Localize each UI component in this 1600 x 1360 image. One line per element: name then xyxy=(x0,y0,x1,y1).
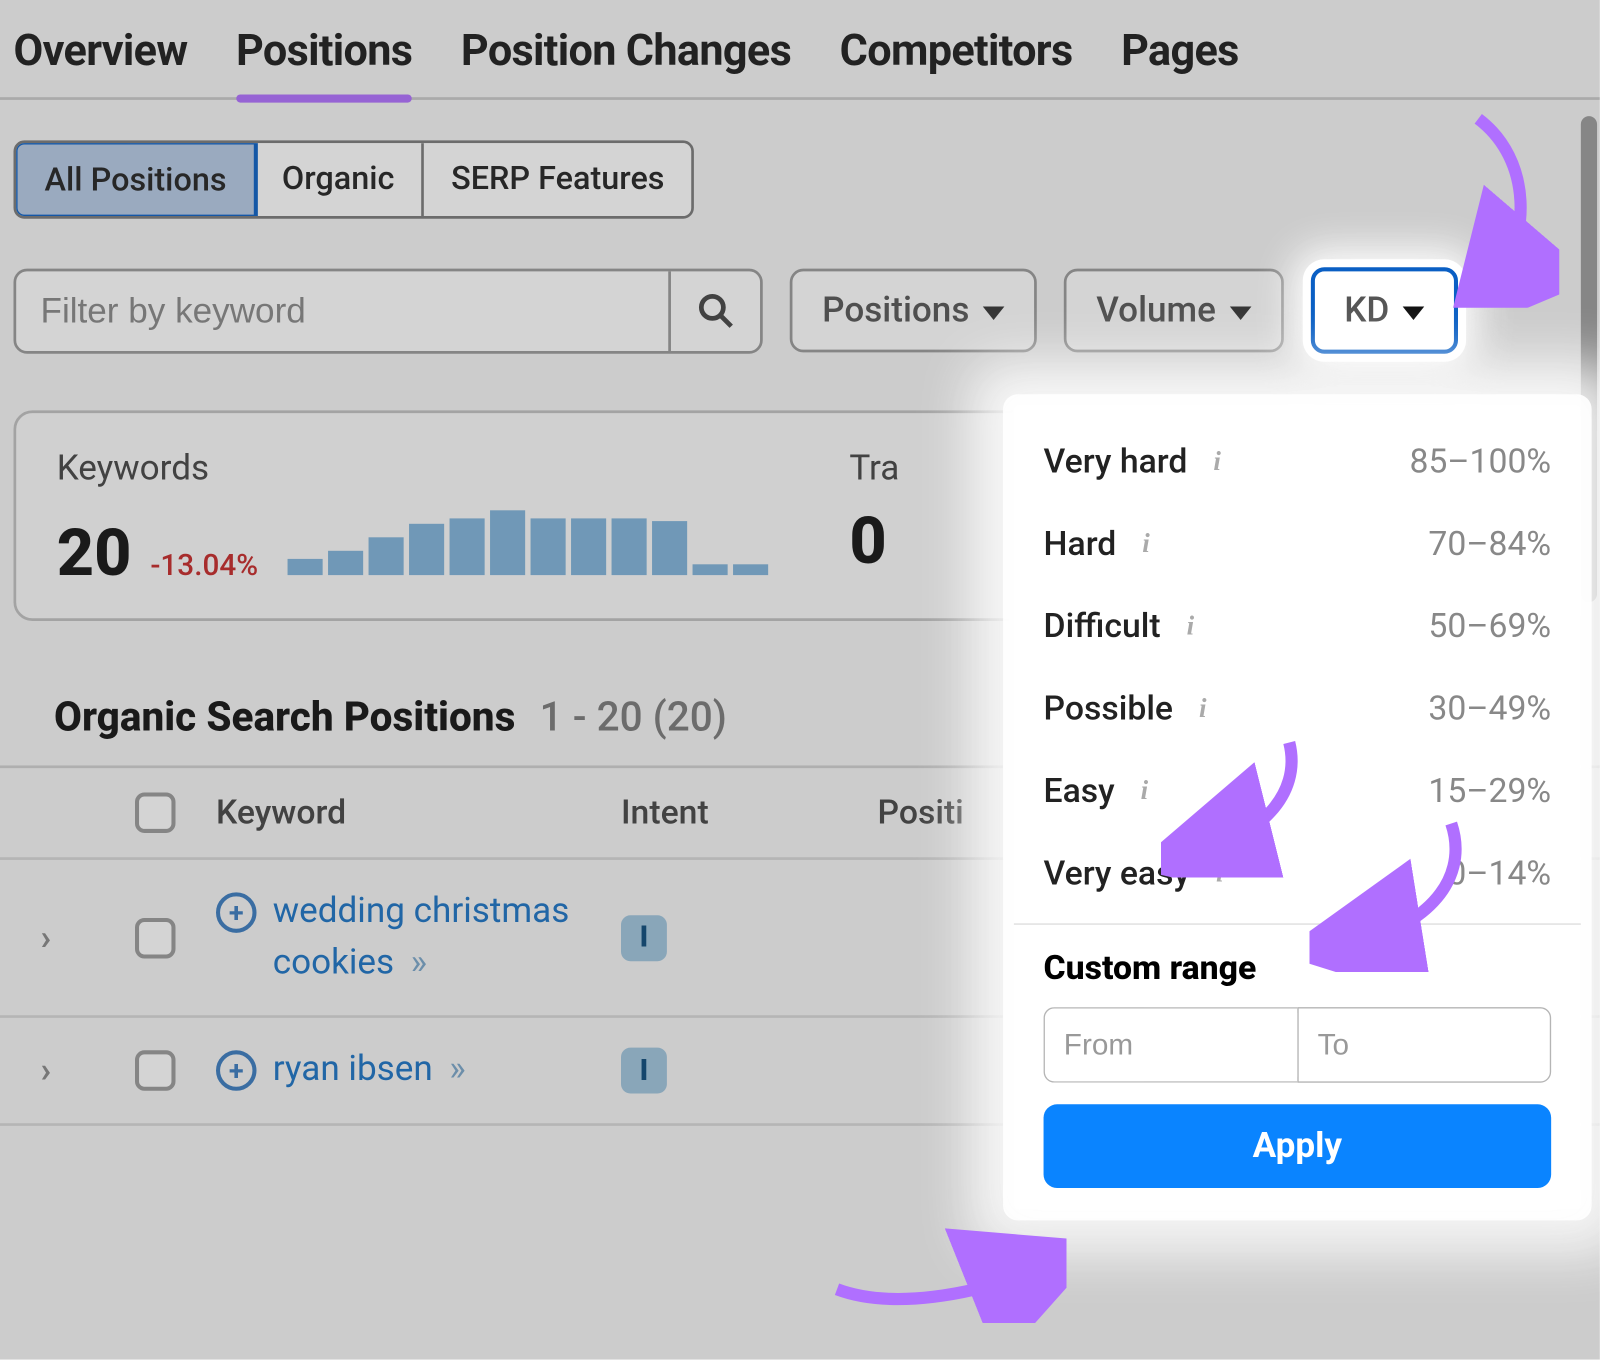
kd-option-range: 15–29% xyxy=(1428,772,1551,811)
annotation-arrow xyxy=(824,1215,1067,1323)
bar xyxy=(328,551,363,575)
divider xyxy=(1014,923,1581,924)
tab-overview[interactable]: Overview xyxy=(14,24,188,83)
kd-option-range: 50–69% xyxy=(1428,608,1551,647)
intent-badge: I xyxy=(621,1048,667,1094)
tab-position-changes[interactable]: Position Changes xyxy=(461,24,791,83)
expand-row-icon[interactable]: › xyxy=(41,1051,136,1092)
info-icon[interactable]: i xyxy=(1131,778,1158,805)
kd-option-possible[interactable]: Possible i 30–49% xyxy=(1014,668,1581,750)
row-checkbox[interactable] xyxy=(135,1051,176,1092)
bar xyxy=(693,564,728,575)
kd-option-range: 85–100% xyxy=(1409,443,1551,482)
row-checkbox[interactable] xyxy=(135,918,176,959)
kd-option-hard[interactable]: Hardi 70–84% xyxy=(1014,504,1581,586)
chevron-down-icon xyxy=(983,306,1005,320)
info-icon[interactable]: i xyxy=(1204,449,1231,476)
kd-option-very-hard[interactable]: Very hard i 85–100% xyxy=(1014,421,1581,503)
stat-keywords-label: Keywords xyxy=(57,448,769,489)
kd-filter-popup: Very hardi 85–100% Hardi 70–84% Difficul… xyxy=(1014,405,1581,1210)
scrollbar[interactable] xyxy=(1581,116,1597,602)
bar xyxy=(612,518,647,575)
expand-row-icon[interactable]: › xyxy=(41,918,136,959)
kd-dropdown[interactable]: KD xyxy=(1310,267,1458,353)
keywords-sparkline xyxy=(288,502,769,575)
stat-keywords-delta: -13.04% xyxy=(150,549,258,583)
intent-badge: I xyxy=(621,915,667,961)
bar xyxy=(409,524,444,575)
add-keyword-icon[interactable]: + xyxy=(216,892,257,933)
kd-option-label: Very easy xyxy=(1044,855,1190,894)
volume-dropdown[interactable]: Volume xyxy=(1064,269,1284,353)
more-icon[interactable]: » xyxy=(411,942,423,983)
bar xyxy=(733,564,768,575)
positions-dropdown[interactable]: Positions xyxy=(790,269,1037,353)
keyword-search xyxy=(14,268,763,353)
stat-keywords: Keywords 20 -13.04% xyxy=(57,448,769,591)
select-all-checkbox[interactable] xyxy=(135,792,176,833)
section-subtitle: 1 - 20 (20) xyxy=(540,694,727,741)
stat-keywords-value: 20 xyxy=(57,514,132,591)
kd-option-easy[interactable]: Easyi 15–29% xyxy=(1014,751,1581,833)
tab-pages[interactable]: Pages xyxy=(1121,24,1239,83)
info-icon[interactable]: i xyxy=(1133,531,1160,558)
info-icon[interactable]: i xyxy=(1177,614,1204,641)
segment-group: All Positions Organic SERP Features xyxy=(14,140,695,218)
bar xyxy=(490,510,525,575)
add-keyword-icon[interactable]: + xyxy=(216,1051,257,1092)
kd-option-label: Very hard xyxy=(1044,443,1188,482)
volume-dropdown-label: Volume xyxy=(1096,290,1216,331)
kd-option-difficult[interactable]: Difficult i 50–69% xyxy=(1014,586,1581,668)
info-icon[interactable]: i xyxy=(1189,696,1216,723)
kd-dropdown-label: KD xyxy=(1344,290,1389,331)
tab-competitors[interactable]: Competitors xyxy=(840,24,1073,83)
positions-dropdown-label: Positions xyxy=(822,290,969,331)
bar xyxy=(571,518,606,575)
segment-organic[interactable]: Organic xyxy=(255,143,424,216)
kd-option-label: Difficult xyxy=(1044,608,1161,647)
bar xyxy=(369,537,404,575)
kd-custom-range-inputs xyxy=(1014,1007,1581,1104)
info-icon[interactable]: i xyxy=(1206,861,1233,888)
tab-positions[interactable]: Positions xyxy=(236,24,412,83)
kd-option-label: Possible xyxy=(1044,690,1173,729)
controls-row: Positions Volume KD xyxy=(0,235,1600,370)
kd-custom-range-title: Custom range xyxy=(1014,938,1581,1007)
search-icon xyxy=(697,292,735,330)
section-title: Organic Search Positions xyxy=(54,694,515,741)
bar xyxy=(652,521,687,575)
search-button[interactable] xyxy=(668,271,760,351)
kd-option-range: 70–84% xyxy=(1428,525,1551,564)
chevron-down-icon xyxy=(1229,306,1251,320)
more-icon[interactable]: » xyxy=(449,1049,461,1090)
kd-from-input[interactable] xyxy=(1044,1007,1298,1083)
segment-all-positions[interactable]: All Positions xyxy=(14,140,258,218)
kd-option-label: Easy xyxy=(1044,772,1115,811)
segment-serp-features[interactable]: SERP Features xyxy=(424,143,691,216)
col-keyword[interactable]: Keyword xyxy=(216,793,621,832)
kd-option-very-easy[interactable]: Very easy i 0–14% xyxy=(1014,833,1581,915)
kd-option-range: 0–14% xyxy=(1447,855,1551,894)
chevron-down-icon xyxy=(1403,306,1425,320)
kd-apply-button[interactable]: Apply xyxy=(1044,1104,1552,1188)
kd-option-label: Hard xyxy=(1044,525,1117,564)
nav-tabs: Overview Positions Position Changes Comp… xyxy=(0,0,1600,100)
bar xyxy=(531,518,566,575)
keyword-link[interactable]: ryan ibsen xyxy=(273,1049,433,1090)
col-intent[interactable]: Intent xyxy=(621,793,878,832)
kd-option-range: 30–49% xyxy=(1428,690,1551,729)
bar xyxy=(288,559,323,575)
bar xyxy=(450,518,485,575)
keyword-search-input[interactable] xyxy=(16,271,668,351)
kd-to-input[interactable] xyxy=(1297,1007,1551,1083)
segment-row: All Positions Organic SERP Features xyxy=(0,100,1600,235)
